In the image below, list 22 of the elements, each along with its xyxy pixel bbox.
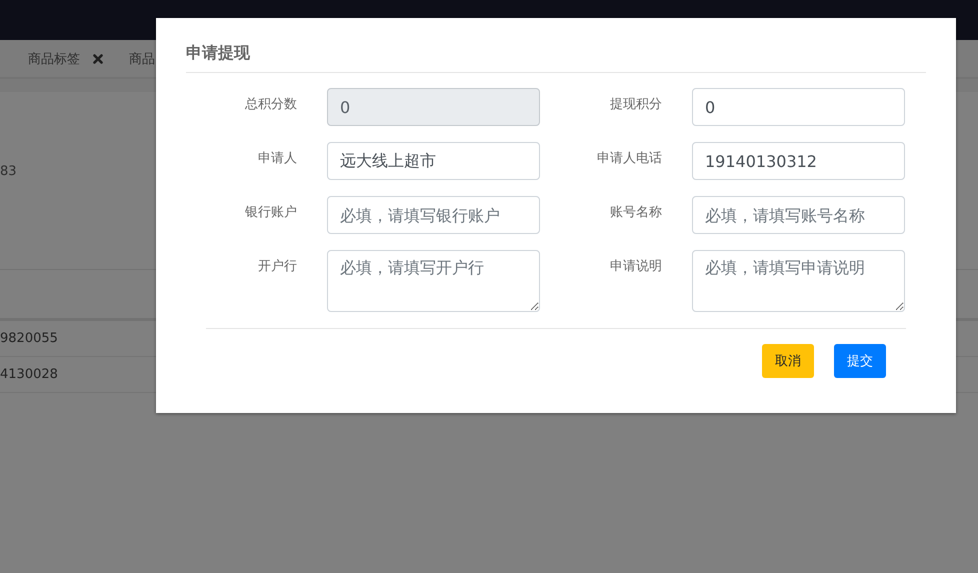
field-label: 开户行 [257, 258, 297, 276]
field-label: 账号名称 [609, 204, 662, 222]
cell-text: 83 [0, 164, 17, 179]
dialog-title: 申请提现 [186, 42, 251, 64]
field-label: 总积分数 [244, 96, 297, 114]
input-field[interactable]: 远大线上超市 [327, 142, 540, 180]
text-area[interactable]: 必填，请填写申请说明 [692, 250, 905, 312]
input-field[interactable]: 19140130312 [692, 142, 905, 180]
cell-text: 4130028 [0, 367, 58, 382]
cell-text: 9820055 [0, 331, 58, 346]
field-label: 申请说明 [609, 258, 662, 276]
input-field[interactable]: 0 [692, 88, 905, 126]
submit-button[interactable]: 提交 [834, 344, 886, 378]
field-label: 申请人 [257, 150, 297, 168]
field-label: 银行账户 [244, 204, 297, 222]
field-label: 申请人电话 [596, 150, 662, 168]
close-icon[interactable] [93, 54, 103, 64]
field-label: 提现积分 [609, 96, 662, 114]
input-field[interactable]: 必填，请填写银行账户 [327, 196, 540, 234]
input-field[interactable]: 必填，请填写账号名称 [692, 196, 905, 234]
text-area[interactable]: 必填，请填写开户行 [327, 250, 540, 312]
cancel-button[interactable]: 取消 [762, 344, 814, 378]
